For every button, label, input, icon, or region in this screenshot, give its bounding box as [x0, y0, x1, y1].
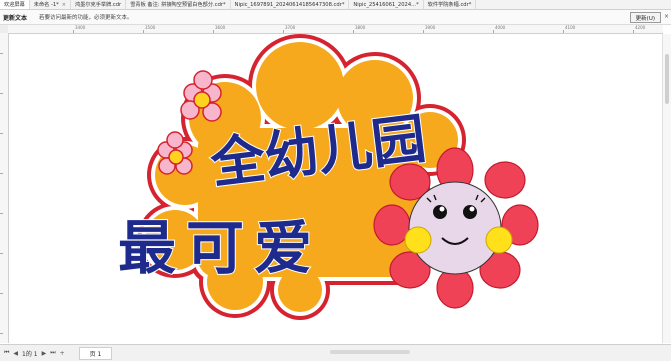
ruler-tick-label: 4000 [495, 25, 506, 30]
update-button[interactable]: 更新(U) [629, 12, 661, 23]
tab-document[interactable]: Nipic_1697891_20240614185647308.cdr* [231, 0, 350, 9]
next-page-icon[interactable]: ▶ [42, 350, 47, 357]
prev-page-icon[interactable]: ◀ [13, 350, 18, 357]
close-icon[interactable]: × [62, 2, 66, 8]
tab-label: 雪青板 备注: 拼接陶空预留白色部分.cdr* [130, 2, 226, 8]
ruler-tick-label: 3400 [75, 25, 86, 30]
vertical-scrollbar[interactable] [662, 34, 671, 343]
tab-document[interactable]: 软件学院条幅.cdr* [424, 0, 477, 9]
headline-line-2: 最可爱 [118, 214, 322, 282]
artwork: 全幼儿园 最可爱 [117, 34, 539, 320]
page-tab[interactable]: 页 1 [78, 346, 113, 360]
tab-label: 欢迎屏幕 [4, 2, 25, 8]
tab-label: 鸿墨尔克手举牌.cdr [74, 2, 122, 8]
document-tab-bar: 欢迎屏幕 未命名 -1* × 鸿墨尔克手举牌.cdr 雪青板 备注: 拼接陶空预留… [0, 0, 671, 10]
ruler-tick-label: 3700 [285, 25, 296, 30]
ruler-tick-label: 3900 [425, 25, 436, 30]
drawing-canvas[interactable]: 全幼儿园 最可爱 [9, 34, 663, 343]
close-icon[interactable]: × [664, 13, 669, 20]
notice-title: 更新文本 [3, 14, 28, 22]
tab-label: Nipic_25416061_2024...* [353, 1, 419, 8]
scrollbar-thumb[interactable] [665, 54, 669, 104]
update-notice-bar: 更新文本 若要访问最新的功能，必须更新文本。 更新(U) × [0, 10, 671, 25]
tab-document[interactable]: 雪青板 备注: 拼接陶空预留白色部分.cdr* [126, 0, 231, 9]
ruler-tick-label: 3800 [355, 25, 366, 30]
ruler-tick-label: 3600 [215, 25, 226, 30]
ruler-tick-label: 4100 [565, 25, 576, 30]
first-page-icon[interactable]: ⏮ [4, 349, 9, 357]
horizontal-scrollbar[interactable] [330, 350, 410, 354]
tab-welcome[interactable]: 欢迎屏幕 [0, 0, 30, 9]
ruler-tick-label: 3500 [145, 25, 156, 30]
tab-label: 未命名 -1* [33, 2, 59, 8]
page-navigator: ⏮ ◀ 1的 1 ▶ ⏭ + 页 1 [0, 344, 671, 361]
vertical-ruler[interactable] [0, 33, 9, 343]
horizontal-ruler[interactable]: 3400 3500 3600 3700 3800 3900 4000 4100 … [8, 25, 663, 34]
tab-document[interactable]: 鸿墨尔克手举牌.cdr [71, 0, 127, 9]
ruler-tick-label: 4200 [635, 25, 646, 30]
tab-document[interactable]: Nipic_25416061_2024...* [349, 0, 424, 9]
page-info: 1的 1 [22, 350, 38, 358]
tab-untitled[interactable]: 未命名 -1* × [30, 0, 71, 9]
add-page-icon[interactable]: + [60, 350, 65, 357]
last-page-icon[interactable]: ⏭ [50, 349, 55, 357]
notice-message: 若要访问最新的功能，必须更新文本。 [39, 15, 133, 21]
tab-label: Nipic_1697891_20240614185647308.cdr* [234, 1, 345, 8]
tab-label: 软件学院条幅.cdr* [427, 2, 472, 8]
